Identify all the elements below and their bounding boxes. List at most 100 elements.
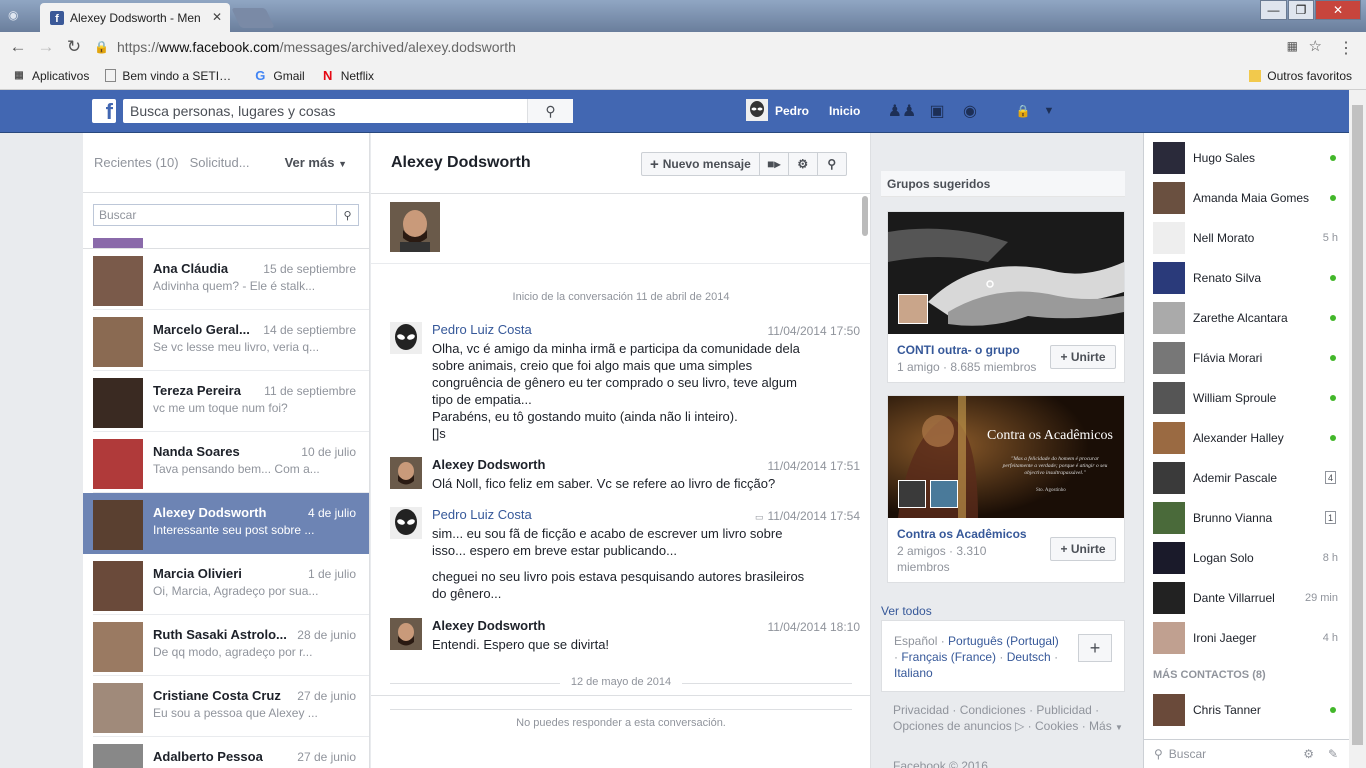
join-group-button[interactable]: + Unirte <box>1050 345 1116 369</box>
new-message-button[interactable]: + Nuevo mensaje <box>642 153 760 175</box>
tab-requests[interactable]: Solicitud... <box>190 155 250 170</box>
bookmark-apps[interactable]: ▦ Aplicativos <box>12 69 89 83</box>
bookmark-gmail[interactable]: G Gmail <box>253 68 304 83</box>
footer-link[interactable]: Privacidad <box>893 703 949 717</box>
close-window-button[interactable]: ✕ <box>1315 0 1361 20</box>
search-icon[interactable]: ⚲ <box>336 205 358 225</box>
search-icon[interactable]: ⚲ <box>527 99 573 123</box>
bookmark-star-icon[interactable]: ☆ <box>1309 37 1322 55</box>
last-active-time: 8 h <box>1322 552 1338 564</box>
account-menu-icon[interactable]: ▼ <box>1037 101 1061 121</box>
profile-link[interactable]: Pedro <box>775 104 809 118</box>
thread-row[interactable]: Marcelo Geral... 14 de septiembre Se vc le… <box>93 310 369 371</box>
footer-link[interactable]: Más <box>1089 719 1112 733</box>
language-option[interactable]: Português (Portugal) <box>948 634 1059 648</box>
search-conversation-icon[interactable]: ⚲ <box>818 153 846 175</box>
chat-contact[interactable]: Logan Solo 8 h <box>1144 538 1349 578</box>
reload-icon[interactable]: ↻ <box>60 37 88 57</box>
chat-contact[interactable]: Chris Tanner <box>1144 690 1349 730</box>
alien-avatar[interactable] <box>390 507 422 539</box>
alien-avatar[interactable] <box>390 322 422 354</box>
chat-contact[interactable]: William Sproule <box>1144 378 1349 418</box>
bookmark-seti[interactable]: Bem vindo a SETI@ho <box>105 69 237 83</box>
settings-gear-icon[interactable]: ⚙ <box>789 153 818 175</box>
chat-contact[interactable]: Zarethe Alcantara <box>1144 298 1349 338</box>
footer-link[interactable]: Publicidad <box>1036 703 1091 717</box>
group-cover-image[interactable]: Contra os Acadêmicos "Mas a felicidade d… <box>888 396 1124 518</box>
chat-contact[interactable]: Alexander Halley <box>1144 418 1349 458</box>
forward-icon[interactable]: → <box>32 37 60 57</box>
group-cover-image[interactable] <box>888 212 1124 334</box>
maximize-button[interactable]: ❐ <box>1288 0 1314 20</box>
video-call-icon[interactable]: ■▸ <box>760 153 789 175</box>
facebook-logo-icon[interactable]: f <box>92 99 116 123</box>
chat-contact[interactable]: Flávia Morari <box>1144 338 1349 378</box>
thread-row[interactable]: Adalberto Pessoa 27 de junio <box>93 737 369 768</box>
chat-contact[interactable]: Brunno Vianna 1 <box>1144 498 1349 538</box>
participant-photo[interactable] <box>390 202 440 252</box>
friend-requests-icon[interactable]: ♟♟ <box>888 101 917 121</box>
conversation-scrollbar[interactable] <box>862 196 868 236</box>
notifications-globe-icon[interactable]: ◉ <box>958 101 982 121</box>
language-option[interactable]: Deutsch <box>1007 650 1051 664</box>
address-bar[interactable]: 🔒 https://www.facebook.com/messages/arch… <box>94 35 1334 59</box>
chat-contact[interactable]: Nell Morato 5 h <box>1144 218 1349 258</box>
group-name[interactable]: Contra os Acadêmicos <box>897 527 1027 541</box>
message-author[interactable]: Alexey Dodsworth <box>432 457 545 472</box>
translate-icon[interactable]: ▦ <box>1287 39 1298 53</box>
thread-row[interactable]: Tereza Pereira 11 de septiembre vc me um t… <box>93 371 369 432</box>
menu-icon[interactable]: ⋮ <box>1338 38 1354 58</box>
messages-icon[interactable]: ▣ <box>925 101 949 121</box>
privacy-shortcuts-icon[interactable]: 🔒 <box>1011 101 1035 121</box>
group-name[interactable]: CONTI outra- o grupo <box>897 343 1020 357</box>
home-link[interactable]: Inicio <box>829 104 860 118</box>
tab-recent[interactable]: Recientes (10) <box>94 155 179 170</box>
author-avatar[interactable] <box>390 457 422 489</box>
page-scrollbar-thumb[interactable] <box>1352 105 1363 745</box>
thread-row[interactable]: Nanda Soares 10 de julio Tava pensando bem… <box>93 432 369 493</box>
date-separator-label: 12 de mayo de 2014 <box>570 676 672 688</box>
footer-link[interactable]: Condiciones <box>960 703 1026 717</box>
thread-search-input[interactable]: Buscar ⚲ <box>93 204 359 226</box>
thread-row[interactable]: Marcia Olivieri 1 de julio Oi, Marcia, Agr… <box>93 554 369 615</box>
author-avatar[interactable] <box>390 618 422 650</box>
online-status-icon <box>1330 155 1336 161</box>
bookmark-label: Outros favoritos <box>1267 68 1352 83</box>
new-tab-button[interactable] <box>231 8 275 28</box>
thread-row[interactable]: Ana Cláudia 15 de septiembre Adivinha quem… <box>93 249 369 310</box>
browser-tab[interactable]: f Alexey Dodsworth - Men ✕ <box>40 3 230 32</box>
message-author[interactable]: Pedro Luiz Costa <box>432 322 532 337</box>
thread-row[interactable]: Ruth Sasaki Astrolo... 28 de junio De qq m… <box>93 615 369 676</box>
profile-avatar[interactable] <box>746 99 768 121</box>
page-scrollbar[interactable] <box>1349 90 1366 768</box>
thread-row[interactable]: Cristiane Costa Cruz 27 de junio Eu sou a … <box>93 676 369 737</box>
join-group-button[interactable]: + Unirte <box>1050 537 1116 561</box>
chat-contact[interactable]: Ademir Pascale 4 <box>1144 458 1349 498</box>
chat-contact[interactable]: Ironi Jaeger 4 h <box>1144 618 1349 658</box>
language-option[interactable]: Italiano <box>894 666 933 680</box>
message-author[interactable]: Pedro Luiz Costa <box>432 507 532 522</box>
chat-search-input[interactable]: ⚲ Buscar ⚙ ✎ <box>1144 739 1349 768</box>
chat-settings-gear-icon[interactable]: ⚙ <box>1303 747 1314 761</box>
footer-link[interactable]: Cookies <box>1035 719 1078 733</box>
add-language-button[interactable]: + <box>1078 634 1112 662</box>
bookmark-netflix[interactable]: N Netflix <box>321 68 374 83</box>
profile-icon[interactable]: ◉ <box>8 8 24 22</box>
close-tab-icon[interactable]: ✕ <box>212 10 222 24</box>
minimize-button[interactable]: — <box>1260 0 1287 20</box>
chat-contact[interactable]: Amanda Maia Gomes <box>1144 178 1349 218</box>
thread-row[interactable]: Alexey Dodsworth 4 de julio Interessante s… <box>83 493 369 554</box>
back-icon[interactable]: ← <box>4 37 32 57</box>
chat-contact[interactable]: Renato Silva <box>1144 258 1349 298</box>
see-more-dropdown[interactable]: Ver más ▼ <box>285 155 347 170</box>
message-author[interactable]: Alexey Dodsworth <box>432 618 545 633</box>
new-group-chat-icon[interactable]: ✎ <box>1328 747 1338 761</box>
language-option[interactable]: Français (France) <box>901 650 996 664</box>
chat-contact[interactable]: Dante Villarruel 29 min <box>1144 578 1349 618</box>
see-all-groups-link[interactable]: Ver todos <box>881 604 932 618</box>
global-search-input[interactable]: Busca personas, lugares y cosas ⚲ <box>123 99 573 123</box>
contact-name: Hugo Sales <box>1193 151 1256 165</box>
other-bookmarks[interactable]: Outros favoritos <box>1249 69 1352 83</box>
chat-contact[interactable]: Hugo Sales <box>1144 138 1349 178</box>
footer-link[interactable]: Opciones de anuncios <box>893 719 1012 733</box>
